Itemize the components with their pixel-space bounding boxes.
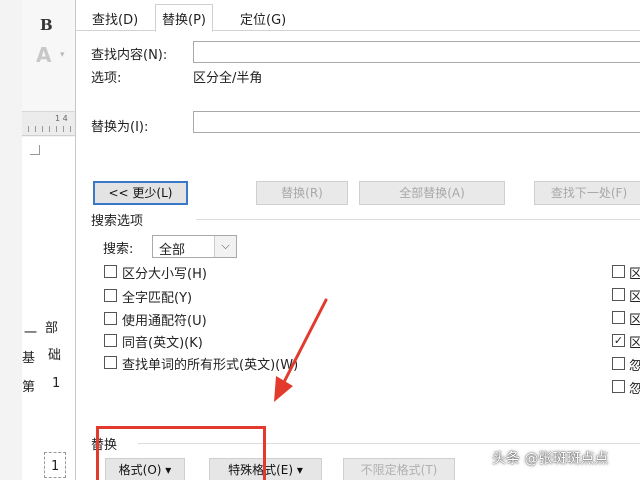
tab-find[interactable]: 查找(D) [86,7,144,31]
annotation-highlight-box [96,426,266,480]
find-input[interactable] [193,41,640,63]
checkbox-box[interactable] [104,265,117,278]
tab-goto[interactable]: 定位(G) [234,7,292,31]
checkbox-label: 查找单词的所有形式(英文)(W) [122,358,299,373]
page-corner-marker [30,145,40,155]
page-number: 1 [51,459,60,474]
options-label: 选项: [91,71,122,86]
ruler-ticks [28,126,72,132]
doc-text: 1 [52,376,61,391]
replace-label: 替换为(I): [91,120,149,135]
checkbox-right-label: 区 [629,313,640,328]
checkbox-right-label: 区 [629,336,640,351]
doc-text: 第 [22,380,36,395]
options-value: 区分全/半角 [193,71,263,86]
checkbox-right-1[interactable] [612,265,625,278]
watermark: 头条 @张斑斑点点 [492,451,609,467]
checkbox-right-4-checked[interactable]: ✓ [612,334,625,347]
divider [196,219,640,220]
checkbox-label: 使用通配符(U) [122,314,207,329]
find-next-button[interactable]: 查找下一处(F) [534,181,640,205]
checkbox-box[interactable] [104,289,117,302]
checkbox-right-2[interactable] [612,288,625,301]
doc-text: 部 [45,321,59,336]
document-page [22,137,75,480]
checkbox-label: 同音(英文)(K) [122,336,203,351]
replace-input[interactable] [193,111,640,133]
doc-text: 一 [24,326,38,341]
chevron-down-icon[interactable]: ⌵ [214,236,236,257]
checkbox-box[interactable] [104,334,117,347]
checkbox-right-5[interactable] [612,357,625,370]
search-select-value: 全部 [159,243,186,258]
checkbox-label: 区分大小写(H) [122,267,207,282]
font-color-icon[interactable]: A [36,43,51,67]
checkbox-right-label: 区 [629,290,640,305]
checkbox-box[interactable] [104,312,117,325]
no-formatting-button[interactable]: 不限定格式(T) [343,458,455,480]
find-replace-dialog: 查找(D) 替换(P) 定位(G) 查找内容(N): 选项: 区分全/半角 替换… [75,0,640,480]
bold-button[interactable]: B [40,16,53,34]
checkbox-box[interactable] [104,356,117,369]
doc-text: 基 [22,351,36,366]
tab-bar: 查找(D) 替换(P) 定位(G) [76,0,640,32]
ruler-number: 1 4 [55,114,68,123]
doc-text: 础 [48,348,62,363]
checkbox-right-3[interactable] [612,311,625,324]
replace-all-button[interactable]: 全部替换(A) [359,181,505,205]
search-direction-select[interactable]: 全部 ⌵ [152,235,237,258]
checkbox-right-label: 忽 [629,382,640,397]
find-label: 查找内容(N): [91,48,168,63]
search-options-header: 搜索选项 [91,214,144,229]
checkbox-label: 全字匹配(Y) [122,291,193,306]
checkbox-right-label: 区 [629,267,640,282]
tab-replace[interactable]: 替换(P) [155,4,213,32]
less-button[interactable]: << 更少(L) [93,181,188,205]
checkbox-right-label: 忽 [629,359,640,374]
search-label: 搜索: [103,242,134,257]
chevron-down-icon[interactable]: ▾ [60,50,65,60]
checkbox-right-6[interactable] [612,380,625,393]
replace-button[interactable]: 替换(R) [256,181,348,205]
